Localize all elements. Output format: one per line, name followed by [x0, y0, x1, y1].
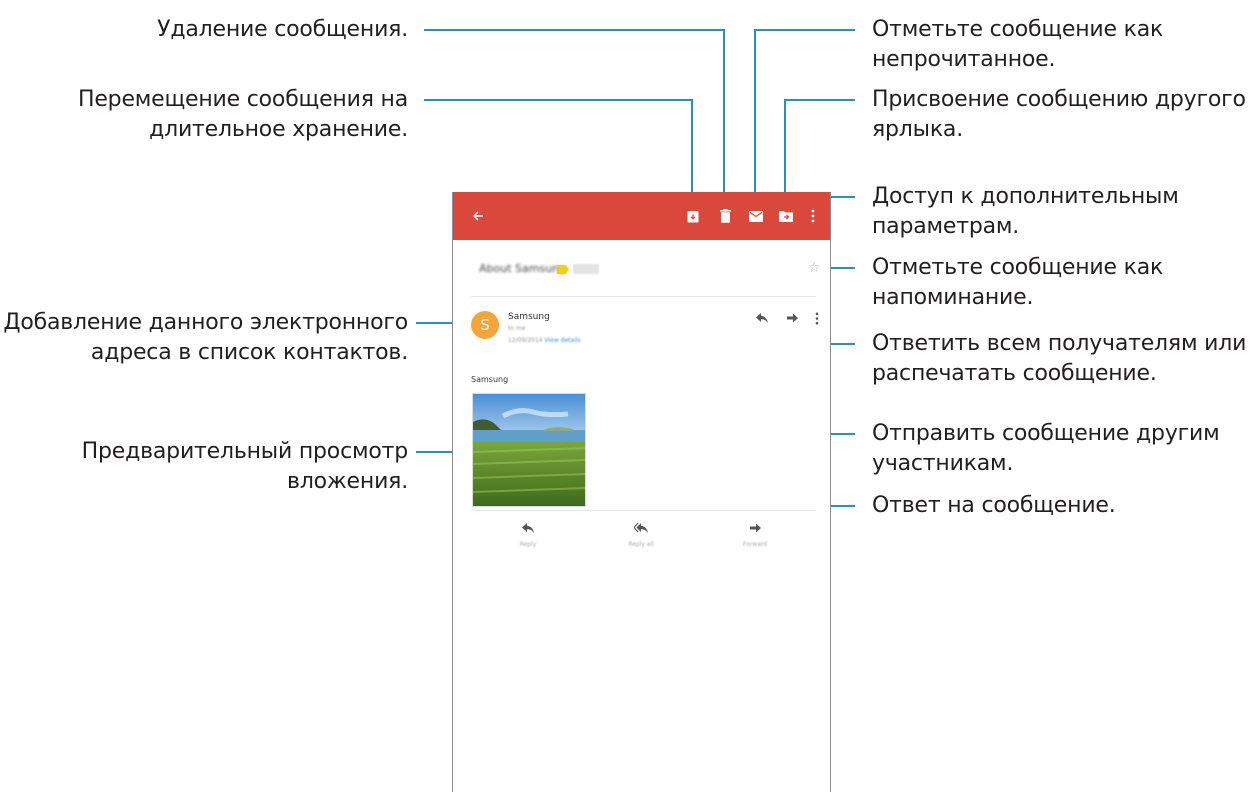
reply-all-button[interactable]: Reply all	[601, 518, 681, 548]
inbox-label-chip[interactable]	[573, 264, 599, 274]
callout-add-contact: Добавление данного электронного адреса в…	[3, 308, 408, 368]
importance-tag-icon	[557, 265, 569, 274]
view-details-link[interactable]: View details	[545, 337, 581, 344]
callout-mark-unread-line1: Отметьте сообщение как	[872, 17, 1164, 42]
callout-preview-line2: вложения.	[287, 469, 408, 494]
message-date: 12/09/2014	[508, 337, 543, 344]
email-toolbar	[453, 192, 830, 240]
callout-more-options-line2: параметрам.	[872, 214, 1020, 239]
header-divider	[471, 296, 816, 297]
callout-reply-all-print: Ответить всем получателям или распечатат…	[872, 329, 1246, 389]
callout-archive-line1: Перемещение сообщения на	[78, 87, 408, 112]
forward-icon[interactable]	[784, 310, 800, 326]
email-subject: About Samsung	[479, 262, 567, 275]
callout-change-label-line2: ярлыка.	[872, 117, 963, 142]
recipient-line: to me	[508, 325, 526, 332]
message-body: Samsung	[471, 375, 509, 384]
callout-reply: Ответ на сообщение.	[872, 491, 1116, 521]
actions-divider	[471, 510, 816, 511]
callout-star: Отметьте сообщение как напоминание.	[872, 253, 1163, 313]
reply-label: Reply	[519, 541, 537, 548]
forward-button[interactable]: Forward	[715, 518, 795, 548]
callout-mark-unread-line2: непрочитанное.	[872, 47, 1056, 72]
sender-avatar[interactable]: S	[471, 311, 499, 339]
message-more-icon[interactable]	[809, 310, 825, 326]
attachment-preview[interactable]	[472, 393, 586, 507]
back-arrow-icon[interactable]	[468, 206, 488, 226]
callout-star-line2: напоминание.	[872, 285, 1034, 310]
archive-icon[interactable]	[683, 206, 703, 226]
reply-icon	[522, 523, 534, 533]
callout-reply-all-print-line1: Ответить всем получателям или	[872, 331, 1247, 356]
landscape-photo-icon	[473, 394, 585, 506]
callout-add-contact-line1: Добавление данного электронного	[3, 310, 408, 335]
forward-icon	[749, 523, 761, 533]
callout-forward: Отправить сообщение другим участникам.	[872, 419, 1220, 479]
sender-name: Samsung	[508, 312, 550, 322]
envelope-icon[interactable]	[746, 206, 766, 226]
callout-star-line1: Отметьте сообщение как	[872, 255, 1164, 280]
date-line: 12/09/2014 View details	[508, 337, 581, 344]
callout-forward-line1: Отправить сообщение другим	[872, 421, 1220, 446]
callout-archive: Перемещение сообщения на длительное хран…	[78, 85, 408, 145]
callout-delete: Удаление сообщения.	[157, 15, 408, 45]
email-app-screen: About Samsung ☆ S Samsung to me 12/09/20…	[452, 192, 831, 792]
star-icon[interactable]: ☆	[808, 260, 821, 276]
callout-mark-unread: Отметьте сообщение как непрочитанное.	[872, 15, 1163, 75]
callout-reply-all-print-line2: распечатать сообщение.	[872, 361, 1157, 386]
callout-add-contact-line2: адреса в список контактов.	[90, 340, 408, 365]
callout-more-options: Доступ к дополнительным параметрам.	[872, 182, 1179, 242]
callout-reply-text: Ответ на сообщение.	[872, 493, 1116, 518]
more-vert-icon[interactable]	[803, 206, 823, 226]
trash-icon[interactable]	[715, 206, 735, 226]
reply-all-icon	[633, 522, 648, 533]
callout-delete-text: Удаление сообщения.	[157, 17, 408, 42]
callout-preview: Предварительный просмотр вложения.	[81, 437, 409, 497]
callout-archive-line2: длительное хранение.	[149, 117, 408, 142]
callout-more-options-line1: Доступ к дополнительным	[872, 184, 1179, 209]
callout-forward-line2: участникам.	[872, 451, 1014, 476]
callout-change-label-line1: Присвоение сообщению другого	[872, 87, 1246, 112]
reply-button[interactable]: Reply	[488, 518, 568, 548]
reply-all-label: Reply all	[628, 541, 654, 548]
move-to-folder-icon[interactable]	[776, 206, 796, 226]
callout-preview-line1: Предварительный просмотр	[81, 439, 409, 464]
callout-change-label: Присвоение сообщению другого ярлыка.	[872, 85, 1246, 145]
reply-icon[interactable]	[754, 310, 770, 326]
forward-label: Forward	[742, 541, 768, 548]
